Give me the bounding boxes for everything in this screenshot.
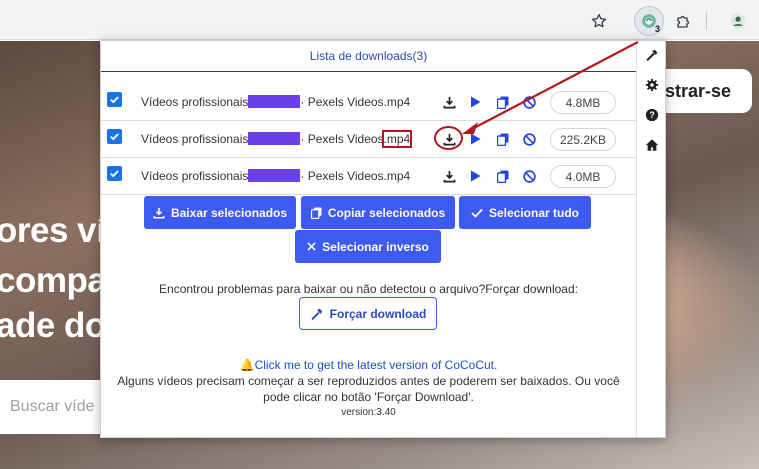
row-checkbox[interactable] <box>107 166 122 181</box>
hammer-icon <box>311 308 322 320</box>
hero-heading-line-2: compa <box>0 261 107 300</box>
block-icon[interactable] <box>522 95 536 109</box>
extension-highlight: .mp4 <box>381 130 413 148</box>
block-icon[interactable] <box>522 132 536 146</box>
play-icon[interactable] <box>468 132 482 146</box>
bell-icon: 🔔 <box>239 358 255 372</box>
toolbar-divider <box>706 12 707 30</box>
copy-icon[interactable] <box>496 95 510 109</box>
extensions-puzzle-icon[interactable] <box>669 6 699 36</box>
download-icon <box>153 207 165 218</box>
extension-badge: 3 <box>654 24 660 34</box>
redacted-block <box>248 132 301 145</box>
play-icon[interactable] <box>468 169 482 183</box>
select-all-button[interactable]: Selecionar tudo <box>459 196 591 229</box>
copy-icon[interactable] <box>496 132 510 146</box>
file-name: Vídeos profissionais · Pexels Videos.mp4 <box>141 130 413 148</box>
footer-note-line-2: pode clicar no botão 'Forçar Download'. <box>263 390 474 404</box>
problem-hint-text: Encontrou problemas para baixar ou não d… <box>159 282 578 296</box>
version-text: version:3.40 <box>341 407 396 418</box>
file-name: Vídeos profissionais · Pexels Videos.mp4 <box>141 169 411 183</box>
hammer-icon[interactable] <box>643 46 661 64</box>
svg-text:?: ? <box>649 110 654 120</box>
select-inverse-button[interactable]: Selecionar inverso <box>295 230 441 263</box>
force-download-button[interactable]: Forçar download <box>299 297 437 330</box>
download-row: Vídeos profissionais · Pexels Videos.mp4 … <box>101 84 636 121</box>
bookmark-star-icon[interactable] <box>584 6 614 36</box>
block-icon[interactable] <box>522 169 536 183</box>
downloads-popup: Lista de downloads(3) Vídeos profissiona… <box>100 40 666 438</box>
close-icon <box>307 242 316 251</box>
row-checkbox[interactable] <box>107 92 122 107</box>
popup-footer: 🔔Click me to get the latest version of C… <box>101 357 636 421</box>
download-row: Vídeos profissionais · Pexels Videos.mp4 … <box>101 158 636 195</box>
help-icon[interactable]: ? <box>643 106 661 124</box>
hero-heading-line-3: ade do <box>0 306 106 345</box>
redacted-block <box>248 169 301 182</box>
file-name: Vídeos profissionais · Pexels Videos.mp4 <box>141 95 411 109</box>
browser-toolbar: 3 <box>0 0 759 40</box>
copy-icon <box>310 207 322 219</box>
download-row: Vídeos profissionais · Pexels Videos.mp4 … <box>101 121 636 158</box>
download-icon[interactable] <box>442 169 456 183</box>
redacted-block <box>248 95 301 108</box>
file-size-badge: 4.0MB <box>550 165 616 188</box>
copy-icon[interactable] <box>496 169 510 183</box>
row-checkbox[interactable] <box>107 129 122 144</box>
profile-avatar-icon[interactable] <box>723 6 753 36</box>
register-button[interactable]: istrar-se <box>652 69 752 113</box>
download-icon[interactable] <box>442 132 456 146</box>
cococut-extension-icon[interactable]: 3 <box>634 6 664 36</box>
gear-icon[interactable] <box>643 76 661 94</box>
file-size-badge: 225.2KB <box>550 128 616 151</box>
file-size-badge: 4.8MB <box>550 91 616 114</box>
popup-sidebar: ? <box>636 41 665 437</box>
popup-title: Lista de downloads(3) <box>101 41 636 72</box>
check-icon <box>471 208 483 218</box>
update-link[interactable]: Click me to get the latest version of Co… <box>255 358 498 372</box>
footer-note-line-1: Alguns vídeos precisam começar a ser rep… <box>117 374 620 388</box>
home-icon[interactable] <box>643 136 661 154</box>
play-icon[interactable] <box>468 95 482 109</box>
download-icon[interactable] <box>442 95 456 109</box>
download-selected-button[interactable]: Baixar selecionados <box>144 196 296 229</box>
copy-selected-button[interactable]: Copiar selecionados <box>301 196 455 229</box>
